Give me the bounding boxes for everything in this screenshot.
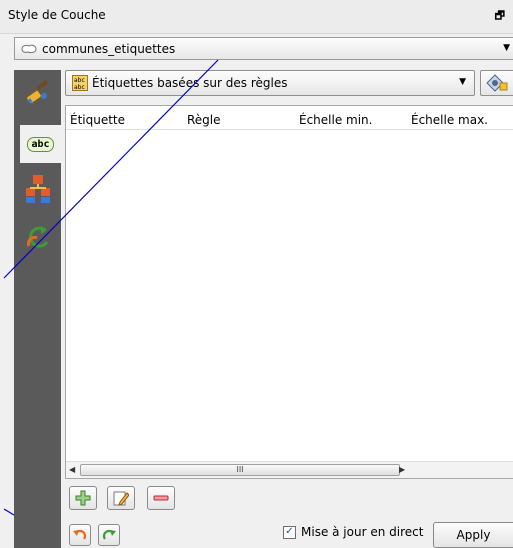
polygon-layer-icon xyxy=(21,44,37,53)
scrollbar-grip: III xyxy=(236,465,244,474)
edit-rule-button[interactable] xyxy=(107,486,135,510)
expression-settings-button[interactable] xyxy=(480,70,513,96)
column-header-rule[interactable]: Règle xyxy=(187,113,221,127)
remove-rule-icon xyxy=(153,495,169,501)
apply-button[interactable]: Apply xyxy=(433,522,513,548)
redo-icon xyxy=(102,529,116,540)
column-header-label[interactable]: Étiquette xyxy=(70,113,125,127)
history-undo-icon xyxy=(26,226,48,248)
scroll-left-icon[interactable]: ◀ xyxy=(69,465,75,474)
live-update-toggle[interactable]: ✓ Mise à jour en direct xyxy=(283,525,423,539)
svg-text:abc: abc xyxy=(74,84,85,91)
sidebar-item-symbology[interactable] xyxy=(17,74,58,112)
rules-table-header: Étiquette Règle Échelle min. Échelle max… xyxy=(66,106,513,130)
panel-titlebar: Style de Couche 🗗 xyxy=(0,0,513,34)
layer-selector[interactable]: communes_etiquettes ▼ xyxy=(14,37,513,60)
edit-rule-icon xyxy=(113,491,129,506)
sidebar-item-history[interactable] xyxy=(17,218,58,256)
expression-settings-icon xyxy=(486,74,508,92)
float-panel-button[interactable]: 🗗 xyxy=(495,7,505,26)
chevron-down-icon: ▼ xyxy=(503,43,510,53)
scroll-right-icon[interactable]: ▶ xyxy=(399,465,405,474)
labeling-mode-value: Étiquettes basées sur des règles xyxy=(92,76,288,90)
rules-table[interactable]: Étiquette Règle Échelle min. Échelle max… xyxy=(65,105,513,479)
diagram-icon xyxy=(25,175,50,203)
undo-button[interactable] xyxy=(69,524,91,546)
undo-icon xyxy=(73,529,87,540)
column-header-max-scale[interactable]: Échelle max. xyxy=(411,113,488,127)
paintbrush-icon xyxy=(25,80,48,105)
redo-button[interactable] xyxy=(98,524,120,546)
style-sidebar: abc xyxy=(14,70,61,548)
annotation-line-lower xyxy=(3,508,15,516)
sidebar-item-labels[interactable]: abc xyxy=(20,125,61,163)
layer-selector-value: communes_etiquettes xyxy=(42,41,176,56)
chevron-down-icon: ▼ xyxy=(459,77,466,87)
labeling-mode-selector[interactable]: abc abc Étiquettes basées sur des règles… xyxy=(65,70,475,96)
rule-based-labels-icon: abc abc xyxy=(72,75,88,91)
label-abc-icon: abc xyxy=(27,136,54,152)
remove-rule-button[interactable] xyxy=(147,486,175,510)
svg-text:abc: abc xyxy=(74,77,85,84)
apply-button-label: Apply xyxy=(456,528,491,542)
live-update-checkbox[interactable]: ✓ xyxy=(283,525,296,539)
sidebar-item-diagrams[interactable] xyxy=(17,170,58,208)
add-rule-icon xyxy=(75,490,91,506)
panel-title: Style de Couche xyxy=(8,8,106,22)
scrollbar-thumb[interactable]: III xyxy=(80,464,400,476)
add-rule-button[interactable] xyxy=(69,486,97,510)
live-update-label: Mise à jour en direct xyxy=(301,525,424,539)
horizontal-scrollbar[interactable]: ◀ III ▶ xyxy=(66,461,513,478)
column-header-min-scale[interactable]: Échelle min. xyxy=(299,113,372,127)
